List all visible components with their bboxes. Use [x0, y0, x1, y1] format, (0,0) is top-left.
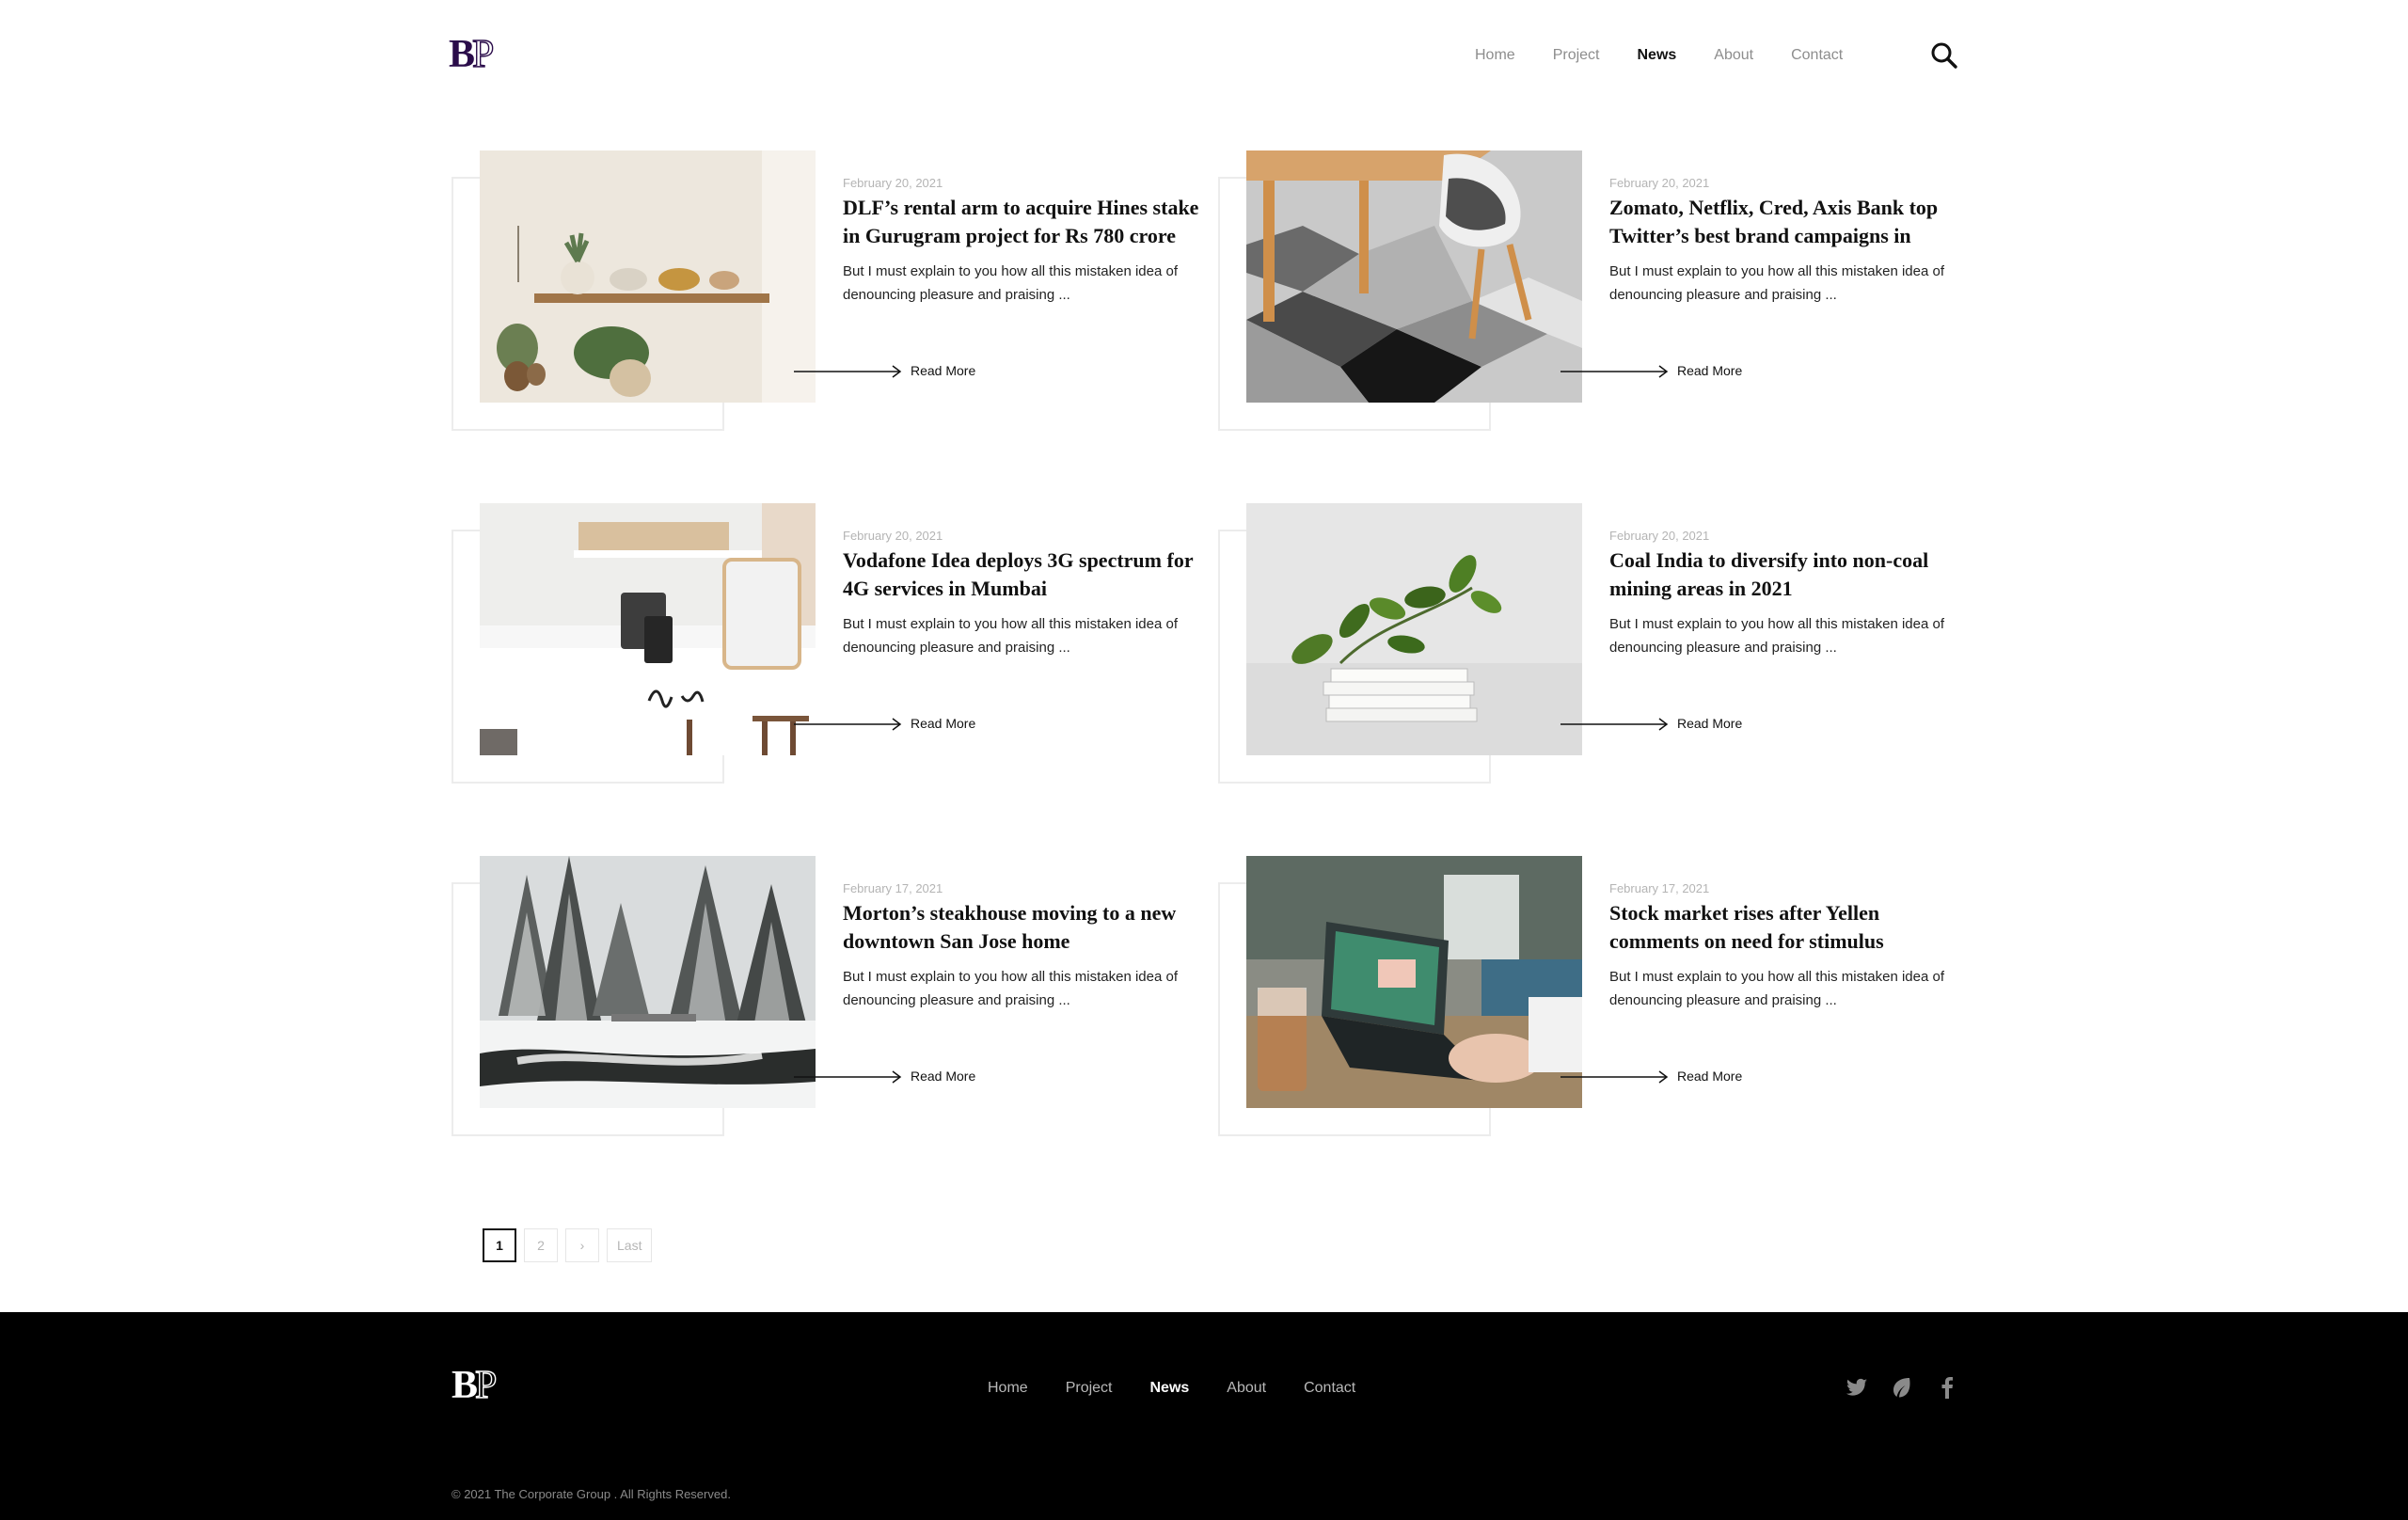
- post-image[interactable]: [480, 503, 816, 755]
- post-date: February 20, 2021: [843, 529, 943, 543]
- read-more-link[interactable]: Read More: [1677, 716, 1742, 731]
- leaf-icon[interactable]: [1889, 1374, 1915, 1401]
- site-header: BP Home Project News About Contact: [0, 0, 2408, 111]
- pagination: 1 2 › Last: [483, 1228, 653, 1262]
- footer-nav: Home Project News About Contact: [988, 1378, 1393, 1399]
- footer-nav-news[interactable]: News: [1149, 1378, 1189, 1399]
- facebook-icon[interactable]: [1934, 1374, 1960, 1401]
- post-image[interactable]: [480, 856, 816, 1108]
- read-more-link[interactable]: Read More: [911, 1069, 975, 1084]
- post-title[interactable]: Zomato, Netflix, Cred, Axis Bank top Twi…: [1609, 194, 1967, 250]
- post-image[interactable]: [1246, 503, 1582, 755]
- post-image[interactable]: [1246, 856, 1582, 1108]
- post-excerpt: But I must explain to you how all this m…: [843, 969, 1179, 1008]
- post-card: February 20, 2021 Coal India to diversif…: [1216, 503, 1969, 785]
- next-page-icon[interactable]: ›: [565, 1228, 599, 1262]
- post-excerpt: But I must explain to you how all this m…: [1609, 616, 1945, 656]
- post-date: February 20, 2021: [1609, 529, 1710, 543]
- arrow-right-icon: [794, 718, 902, 731]
- read-more-link[interactable]: Read More: [911, 363, 975, 378]
- page-last[interactable]: Last: [607, 1228, 653, 1262]
- nav-news[interactable]: News: [1637, 45, 1676, 66]
- post-card: February 20, 2021 Vodafone Idea deploys …: [450, 503, 1202, 785]
- post-card: February 20, 2021 DLF’s rental arm to ac…: [450, 150, 1202, 433]
- arrow-right-icon: [794, 1070, 902, 1084]
- post-excerpt: But I must explain to you how all this m…: [1609, 969, 1945, 1008]
- post-card: February 17, 2021 Stock market rises aft…: [1216, 856, 1969, 1138]
- read-more-link[interactable]: Read More: [1677, 363, 1742, 378]
- nav-home[interactable]: Home: [1475, 45, 1515, 66]
- arrow-right-icon: [1560, 1070, 1669, 1084]
- post-date: February 17, 2021: [843, 881, 943, 895]
- post-card: February 20, 2021 Zomato, Netflix, Cred,…: [1216, 150, 1969, 433]
- brand-logo[interactable]: BP: [449, 33, 509, 76]
- read-more-link[interactable]: Read More: [911, 716, 975, 731]
- twitter-icon[interactable]: [1844, 1374, 1870, 1401]
- arrow-right-icon: [1560, 365, 1669, 378]
- copyright-text: © 2021 The Corporate Group . All Rights …: [452, 1487, 731, 1501]
- search-icon[interactable]: [1930, 41, 1958, 70]
- post-excerpt: But I must explain to you how all this m…: [843, 616, 1179, 656]
- logo-letter-b: B: [452, 1364, 478, 1407]
- page-current[interactable]: 1: [483, 1228, 516, 1262]
- post-image[interactable]: [480, 150, 816, 403]
- footer-nav-home[interactable]: Home: [988, 1378, 1028, 1399]
- site-footer: BP Home Project News About Contact © 202…: [0, 1312, 2408, 1520]
- post-excerpt: But I must explain to you how all this m…: [1609, 263, 1945, 303]
- nav-contact[interactable]: Contact: [1791, 45, 1843, 66]
- post-title[interactable]: Vodafone Idea deploys 3G spectrum for 4G…: [843, 546, 1200, 603]
- logo-letter-b: B: [449, 33, 475, 76]
- post-image[interactable]: [1246, 150, 1582, 403]
- post-date: February 20, 2021: [1609, 176, 1710, 190]
- page-2[interactable]: 2: [524, 1228, 558, 1262]
- arrow-right-icon: [1560, 718, 1669, 731]
- post-date: February 17, 2021: [1609, 881, 1710, 895]
- arrow-right-icon: [794, 365, 902, 378]
- post-excerpt: But I must explain to you how all this m…: [843, 263, 1179, 303]
- nav-project[interactable]: Project: [1553, 45, 1600, 66]
- logo-letter-p: P: [471, 33, 495, 76]
- footer-logo[interactable]: BP: [452, 1364, 512, 1407]
- main-nav: Home Project News About Contact: [1475, 45, 1880, 66]
- post-title[interactable]: Coal India to diversify into non-coal mi…: [1609, 546, 1967, 603]
- footer-nav-about[interactable]: About: [1227, 1378, 1266, 1399]
- post-title[interactable]: Morton’s steakhouse moving to a new down…: [843, 899, 1200, 956]
- nav-about[interactable]: About: [1714, 45, 1753, 66]
- post-title[interactable]: Stock market rises after Yellen comments…: [1609, 899, 1967, 956]
- post-title[interactable]: DLF’s rental arm to acquire Hines stake …: [843, 194, 1200, 250]
- logo-letter-p: P: [474, 1364, 498, 1407]
- footer-nav-project[interactable]: Project: [1066, 1378, 1113, 1399]
- social-links: [1844, 1374, 1960, 1401]
- post-card: February 17, 2021 Morton’s steakhouse mo…: [450, 856, 1202, 1138]
- read-more-link[interactable]: Read More: [1677, 1069, 1742, 1084]
- post-date: February 20, 2021: [843, 176, 943, 190]
- footer-nav-contact[interactable]: Contact: [1304, 1378, 1355, 1399]
